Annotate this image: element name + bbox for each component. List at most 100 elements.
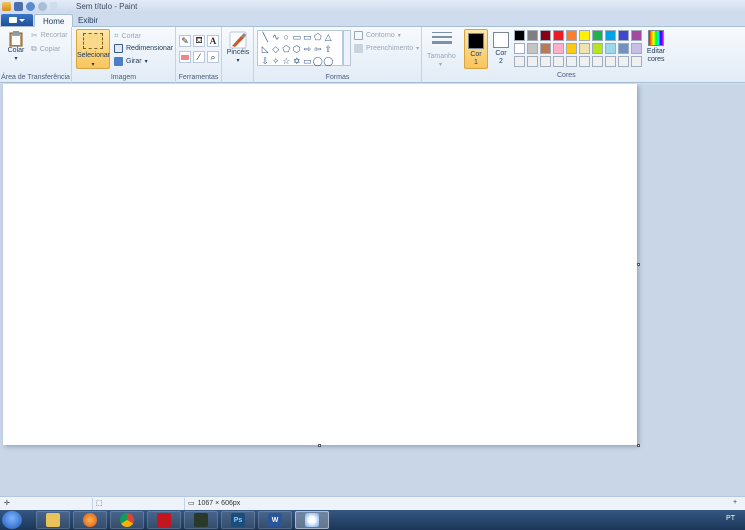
five-point-star-shape-icon[interactable]: ☆ xyxy=(281,55,292,67)
palette-swatch[interactable] xyxy=(540,43,551,54)
palette-swatch[interactable] xyxy=(540,30,551,41)
polygon-shape-icon[interactable]: ⬠ xyxy=(313,31,324,43)
oval-shape-icon[interactable]: ○ xyxy=(281,31,292,43)
fill-bucket-icon[interactable]: ⛾ xyxy=(193,35,205,47)
copy-button[interactable]: ⧉ Copiar xyxy=(31,44,60,54)
save-icon[interactable] xyxy=(14,2,23,11)
palette-swatch[interactable] xyxy=(514,56,525,67)
palette-swatch[interactable] xyxy=(605,43,616,54)
palette-swatch[interactable] xyxy=(618,56,629,67)
curve-shape-icon[interactable]: ∿ xyxy=(271,31,282,43)
edit-colors-button[interactable]: Editar cores xyxy=(645,30,667,64)
palette-swatch[interactable] xyxy=(566,30,577,41)
callout-oval-shape-icon[interactable]: ◯ xyxy=(313,55,324,67)
crop-button[interactable]: ⌗ Cortar xyxy=(114,31,141,41)
taskbar-paint[interactable] xyxy=(295,511,329,529)
right-arrow-shape-icon[interactable]: ⇨ xyxy=(302,43,313,55)
taskbar-photoshop[interactable]: Ps xyxy=(221,511,255,529)
paint-palette-icon xyxy=(305,513,319,527)
palette-swatch[interactable] xyxy=(579,56,590,67)
left-arrow-shape-icon[interactable]: ⇦ xyxy=(313,43,324,55)
rotate-button[interactable]: Girar ▾ xyxy=(114,57,148,66)
pencil-icon[interactable]: ✎ xyxy=(179,35,191,47)
palette-swatch[interactable] xyxy=(618,30,629,41)
palette-swatch[interactable] xyxy=(566,43,577,54)
color2-button[interactable]: Cor 2 xyxy=(489,29,513,69)
triangle-shape-icon[interactable]: △ xyxy=(323,31,334,43)
palette-swatch[interactable] xyxy=(553,30,564,41)
palette-swatch[interactable] xyxy=(566,56,577,67)
up-arrow-shape-icon[interactable]: ⇧ xyxy=(323,43,334,55)
taskbar-explorer[interactable] xyxy=(36,511,70,529)
palette-swatch[interactable] xyxy=(553,56,564,67)
pentagon-shape-icon[interactable]: ⬠ xyxy=(281,43,292,55)
eraser-icon[interactable] xyxy=(179,51,191,63)
taskbar-chrome[interactable] xyxy=(110,511,144,529)
paint-app-icon[interactable] xyxy=(2,2,11,11)
shapes-gallery[interactable]: ╲ ∿ ○ ▭ ▭ ⬠ △ ◺ ◇ ⬠ ⬡ ⇨ ⇦ ⇧ ⇩ ✧ ☆ ✡ ▭ ◯ … xyxy=(257,30,343,66)
zoom-plus-icon[interactable]: + xyxy=(733,499,737,506)
resize-handle-corner[interactable] xyxy=(637,444,640,447)
resize-button[interactable]: Redimensionar xyxy=(114,44,173,53)
color1-button[interactable]: Cor 1 xyxy=(464,29,488,69)
outline-button[interactable]: Contorno ▾ xyxy=(354,31,401,40)
paste-button[interactable]: Colar ▾ xyxy=(5,31,27,63)
callout-cloud-shape-icon[interactable]: ◯ xyxy=(323,55,334,67)
four-point-star-shape-icon[interactable]: ✧ xyxy=(271,55,282,67)
palette-swatch[interactable] xyxy=(579,30,590,41)
palette-swatch[interactable] xyxy=(592,30,603,41)
palette-swatch[interactable] xyxy=(631,30,642,41)
color-picker-icon[interactable]: ⁄ xyxy=(193,51,205,63)
palette-swatch[interactable] xyxy=(514,30,525,41)
cut-button[interactable]: ✂ Recortar xyxy=(31,31,68,40)
palette-swatch[interactable] xyxy=(618,43,629,54)
palette-swatch[interactable] xyxy=(631,56,642,67)
taskbar-word[interactable]: W xyxy=(258,511,292,529)
diamond-shape-icon[interactable]: ◇ xyxy=(271,43,282,55)
resize-handle-right[interactable] xyxy=(637,263,640,266)
chevron-down-icon[interactable]: ▾ xyxy=(439,61,442,68)
palette-swatch[interactable] xyxy=(553,43,564,54)
undo-icon[interactable] xyxy=(26,2,35,11)
taskbar-firefox[interactable] xyxy=(73,511,107,529)
palette-swatch[interactable] xyxy=(527,30,538,41)
right-triangle-shape-icon[interactable]: ◺ xyxy=(260,43,271,55)
customize-toolbar-icon[interactable] xyxy=(50,2,57,11)
tools-group-label: Ferramentas xyxy=(178,74,219,81)
palette-swatch[interactable] xyxy=(540,56,551,67)
brushes-button[interactable]: Pincéis ▾ xyxy=(226,31,250,65)
palette-swatch[interactable] xyxy=(592,43,603,54)
palette-swatch[interactable] xyxy=(592,56,603,67)
text-tool-icon[interactable]: A xyxy=(207,35,219,47)
rounded-rectangle-shape-icon[interactable]: ▭ xyxy=(302,31,313,43)
resize-handle-bottom[interactable] xyxy=(318,444,321,447)
start-button[interactable] xyxy=(2,511,22,529)
line-shape-icon[interactable]: ╲ xyxy=(260,31,271,43)
fill-button[interactable]: Preenchimento ▾ xyxy=(354,44,419,53)
palette-swatch[interactable] xyxy=(631,43,642,54)
paint-menu-button[interactable] xyxy=(1,14,33,26)
drawing-canvas[interactable] xyxy=(3,84,637,445)
language-indicator[interactable]: PT xyxy=(726,515,735,522)
canvas-area[interactable] xyxy=(0,84,745,496)
callout-rectangle-shape-icon[interactable]: ▭ xyxy=(302,55,313,67)
tab-home[interactable]: Home xyxy=(34,14,74,28)
magnifier-icon[interactable]: ⌕ xyxy=(207,51,219,63)
down-arrow-shape-icon[interactable]: ⇩ xyxy=(260,55,271,67)
select-button[interactable]: Selecionar ▾ xyxy=(76,29,110,69)
taskbar-media[interactable] xyxy=(184,511,218,529)
line-size-icon[interactable] xyxy=(432,32,452,48)
palette-swatch[interactable] xyxy=(605,56,616,67)
palette-swatch[interactable] xyxy=(527,43,538,54)
palette-swatch[interactable] xyxy=(579,43,590,54)
palette-swatch[interactable] xyxy=(527,56,538,67)
shapes-gallery-scrollbar[interactable] xyxy=(343,30,351,66)
rectangle-shape-icon[interactable]: ▭ xyxy=(292,31,303,43)
six-point-star-shape-icon[interactable]: ✡ xyxy=(292,55,303,67)
tab-view[interactable]: Exibir xyxy=(70,14,106,28)
taskbar-acrobat[interactable] xyxy=(147,511,181,529)
hexagon-shape-icon[interactable]: ⬡ xyxy=(292,43,303,55)
redo-icon[interactable] xyxy=(38,2,47,11)
palette-swatch[interactable] xyxy=(605,30,616,41)
palette-swatch[interactable] xyxy=(514,43,525,54)
